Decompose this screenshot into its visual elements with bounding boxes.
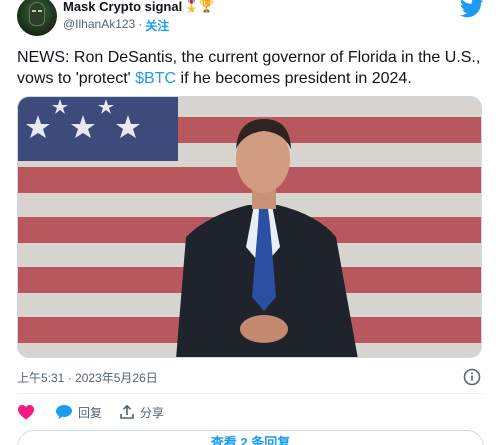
separator-dot: ·	[138, 17, 143, 31]
tweet-text: NEWS: Ron DeSantis, the current governor…	[17, 47, 487, 89]
tweet-actions: 回复 分享	[17, 402, 181, 422]
like-button[interactable]	[17, 404, 35, 420]
display-name[interactable]: Mask Crypto signal	[63, 0, 182, 14]
tweet-photo[interactable]	[17, 96, 482, 358]
info-icon[interactable]	[463, 368, 481, 386]
handle-row: @IlhanAk123 · 关注	[63, 17, 169, 34]
mask-eye-left	[32, 10, 36, 12]
mask-eye-right	[38, 10, 42, 12]
user-handle[interactable]: @IlhanAk123	[63, 17, 135, 34]
photo-flag-and-speaker	[18, 97, 481, 357]
profile-badges: 🎖️🏆	[184, 0, 215, 13]
tweet-timestamp[interactable]: 上午5:31 · 2023年5月26日	[17, 369, 158, 386]
tweet-text-end: if he becomes president in 2024.	[176, 70, 412, 87]
cashtag-link[interactable]: $BTC	[135, 70, 176, 87]
share-button[interactable]: 分享	[119, 404, 164, 421]
avatar[interactable]	[17, 0, 57, 36]
name-row: Mask Crypto signal 🎖️🏆	[63, 0, 214, 14]
speech-bubble-icon	[56, 405, 72, 419]
heart-icon	[18, 405, 34, 420]
reply-button[interactable]: 回复	[55, 404, 102, 421]
mask-face-shape	[29, 2, 45, 26]
reply-label: 回复	[78, 405, 103, 420]
share-label: 分享	[140, 405, 165, 420]
follow-link[interactable]: 关注	[145, 17, 169, 34]
twitter-bird-icon[interactable]	[460, 0, 484, 18]
tweet-header: Mask Crypto signal 🎖️🏆 @IlhanAk123 · 关注	[0, 0, 504, 40]
view-replies-button[interactable]: 查看 2 条回复	[17, 430, 484, 445]
share-upload-icon	[120, 404, 134, 419]
divider	[17, 393, 484, 394]
